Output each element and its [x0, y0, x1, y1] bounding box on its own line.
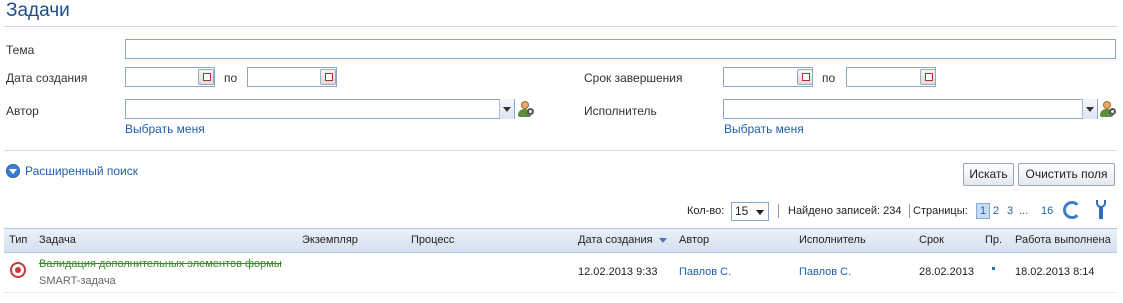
created-date-label: Дата создания: [6, 71, 88, 85]
column-header-created[interactable]: Дата создания: [578, 234, 653, 246]
created-date-cell: 12.02.2013 9:33: [578, 266, 658, 278]
row-divider: [4, 292, 1117, 293]
executor-select[interactable]: [723, 99, 1098, 119]
table-header: [4, 228, 1117, 253]
expand-icon[interactable]: [6, 164, 20, 178]
sort-desc-icon: [659, 238, 667, 243]
column-header-author[interactable]: Автор: [679, 234, 709, 246]
executor-label: Исполнитель: [584, 104, 657, 118]
user-search-icon[interactable]: [517, 100, 535, 118]
calendar-icon[interactable]: [198, 69, 214, 85]
author-dropdown-arrow[interactable]: [499, 99, 514, 119]
column-header-completed[interactable]: Работа выполнена: [1015, 234, 1111, 246]
completed-date-cell: 18.02.2013 8:14: [1015, 266, 1095, 278]
created-to-label: по: [224, 71, 238, 85]
priority-indicator: [992, 267, 995, 270]
page-ellipsis: ...: [1019, 205, 1029, 217]
refresh-icon[interactable]: [1063, 201, 1081, 219]
task-link[interactable]: Валидация дополнительных элементов формы: [39, 258, 282, 270]
page-title: Задачи: [6, 0, 70, 21]
clear-fields-button[interactable]: Очистить поля: [1018, 163, 1115, 186]
column-header-instance[interactable]: Экземпляр: [302, 234, 358, 246]
author-link[interactable]: Павлов С.: [679, 266, 731, 278]
topic-input[interactable]: [125, 39, 1116, 59]
due-to-label: по: [822, 71, 836, 85]
executor-link[interactable]: Павлов С.: [799, 266, 851, 278]
column-header-type[interactable]: Тип: [9, 234, 27, 246]
due-date-cell: 28.02.2013: [919, 266, 975, 278]
author-select[interactable]: [125, 99, 515, 119]
separator: [778, 204, 779, 218]
user-search-icon[interactable]: [1099, 100, 1117, 118]
topic-label: Тема: [6, 43, 35, 57]
due-date-label: Срок завершения: [584, 71, 683, 85]
page-link-current[interactable]: 1: [976, 203, 991, 219]
column-header-task[interactable]: Задача: [39, 234, 76, 246]
task-type: SMART-задача: [39, 275, 116, 287]
separator: [909, 204, 910, 218]
title-divider: [4, 26, 1117, 27]
executor-pick-me-link[interactable]: Выбрать меня: [724, 122, 804, 136]
page-link-last[interactable]: 16: [1041, 205, 1053, 217]
quantity-select[interactable]: 15: [731, 202, 769, 221]
calendar-icon[interactable]: [797, 69, 813, 85]
column-header-process[interactable]: Процесс: [411, 234, 454, 246]
records-found-label: Найдено записей: 234: [788, 205, 902, 217]
settings-icon[interactable]: [1095, 200, 1107, 220]
author-label: Автор: [6, 104, 39, 118]
column-header-due[interactable]: Срок: [919, 234, 944, 246]
page-link: 3: [1007, 205, 1014, 217]
quantity-label: Кол-во:: [687, 205, 725, 217]
column-header-executor[interactable]: Исполнитель: [799, 234, 866, 246]
calendar-icon[interactable]: [320, 69, 336, 85]
target-icon: [10, 262, 26, 278]
calendar-icon[interactable]: [920, 69, 936, 85]
page-link[interactable]: 2: [993, 205, 999, 217]
pages-label: Страницы:: [913, 205, 968, 217]
author-pick-me-link[interactable]: Выбрать меня: [125, 122, 205, 136]
column-header-priority[interactable]: Пр.: [985, 234, 1002, 246]
divider: [4, 150, 1117, 151]
advanced-search-link[interactable]: Расширенный поиск: [25, 164, 138, 178]
executor-dropdown-arrow[interactable]: [1082, 99, 1097, 119]
search-button[interactable]: Искать: [963, 163, 1014, 186]
